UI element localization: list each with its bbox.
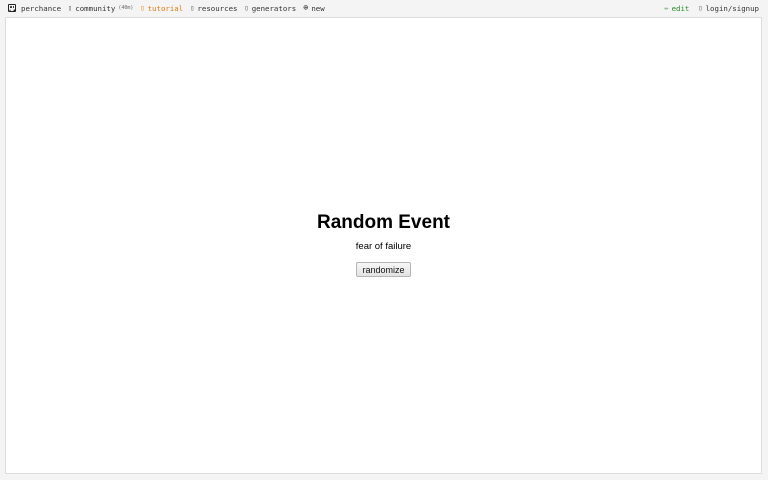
nav-perchance-link[interactable]: perchance [8, 4, 61, 13]
nav-left-group: perchance ▯ community (40m) ▯ tutorial ▯… [8, 2, 332, 14]
nav-right-group: ✏ edit ▯ login/signup [655, 2, 759, 14]
community-activity-badge: (40m) [118, 5, 134, 11]
nav-new-label: new [311, 3, 325, 13]
nav-edit-label: edit [671, 3, 690, 13]
nav-tutorial-link[interactable]: ▯ tutorial [140, 4, 183, 13]
generator-frame: Random Event fear of failure randomize [5, 17, 762, 474]
plus-circle-icon: ⊕ [303, 3, 309, 13]
randomize-button[interactable]: randomize [356, 262, 411, 277]
nav-resources-label: resources [197, 3, 238, 13]
dice-icon [8, 4, 16, 12]
nav-tutorial-label: tutorial [147, 3, 184, 13]
nav-edit-link[interactable]: ✏ edit [664, 4, 689, 13]
nav-login-label: login/signup [705, 3, 759, 13]
nav-community-link[interactable]: ▯ community (40m) [68, 4, 133, 13]
generator-title: Random Event [316, 212, 451, 233]
chat-icon: ▯ [68, 4, 73, 12]
nav-new-link[interactable]: ⊕ new [303, 3, 324, 13]
generator-content: Random Event fear of failure randomize [6, 211, 761, 278]
book-icon: ▯ [140, 4, 145, 12]
nav-community-label: community [75, 3, 116, 13]
book-icon: ▯ [190, 4, 195, 12]
top-navigation-bar: perchance ▯ community (40m) ▯ tutorial ▯… [0, 0, 768, 16]
nav-generators-label: generators [251, 3, 297, 13]
list-icon: ▯ [244, 4, 249, 12]
user-icon: ▯ [698, 4, 703, 12]
nav-resources-link[interactable]: ▯ resources [190, 4, 237, 13]
nav-login-link[interactable]: ▯ login/signup [698, 4, 759, 13]
nav-perchance-label: perchance [21, 3, 62, 13]
pencil-icon: ✏ [664, 4, 669, 12]
generator-result: fear of failure [355, 241, 412, 252]
nav-generators-link[interactable]: ▯ generators [244, 4, 296, 13]
